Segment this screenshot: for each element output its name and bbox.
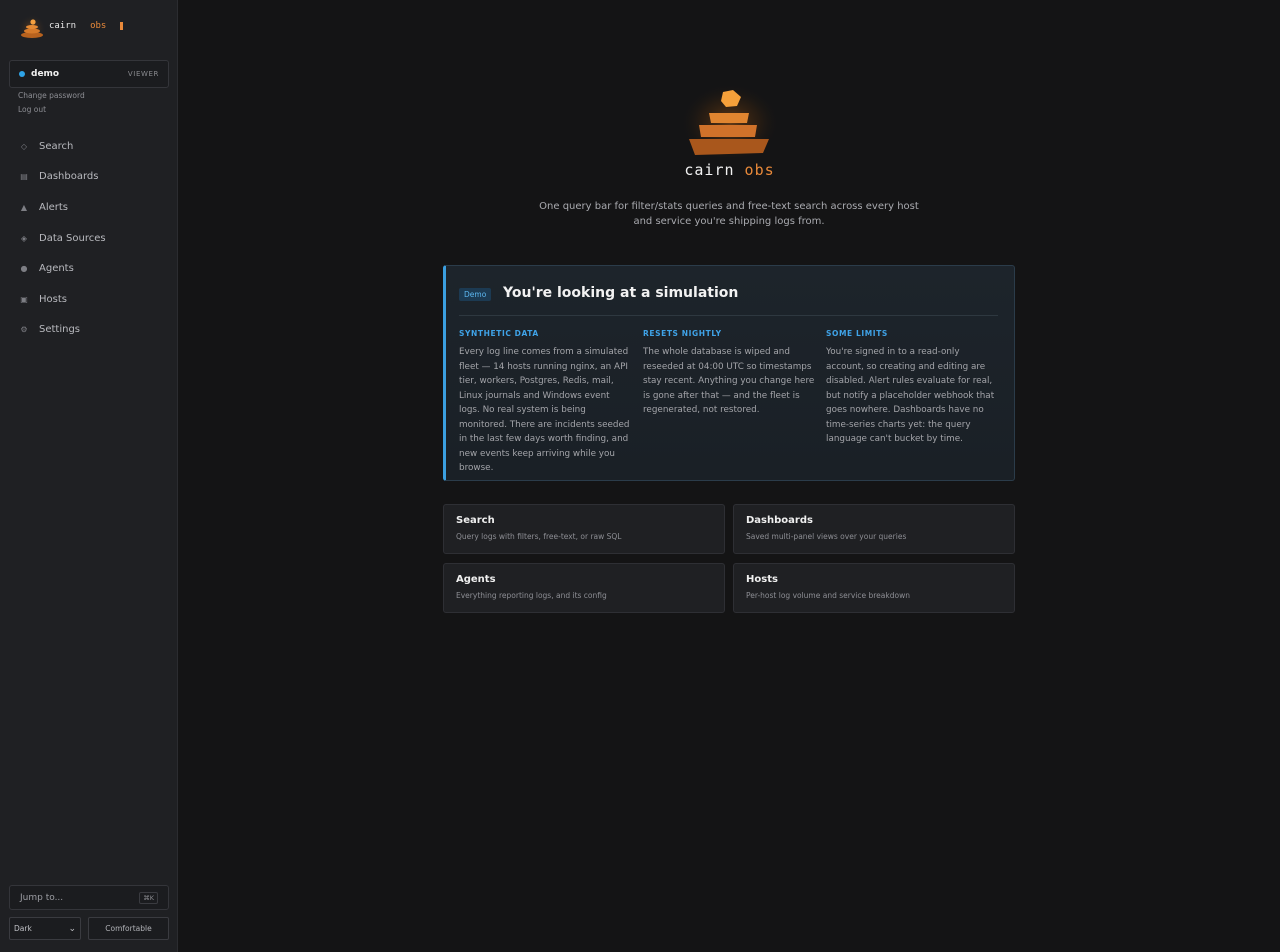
triangle-alert-icon: ▲ bbox=[20, 202, 28, 212]
sidebar-item-hosts[interactable]: ▣ Hosts bbox=[0, 284, 178, 315]
sidebar-item-search[interactable]: ◇ Search bbox=[0, 131, 178, 162]
cairn-logo-icon bbox=[18, 13, 46, 40]
sidebar-item-settings[interactable]: ⚙ Settings bbox=[0, 315, 178, 346]
divider bbox=[459, 315, 998, 316]
demo-column-heading: SYNTHETIC DATA bbox=[459, 329, 539, 338]
user-role-badge: VIEWER bbox=[127, 70, 159, 78]
hero-tagline: One query bar for filter/stats queries a… bbox=[539, 201, 919, 227]
cairn-hero-logo-icon bbox=[680, 79, 780, 157]
tile-description: Per-host log volume and service breakdow… bbox=[746, 591, 910, 600]
keyboard-shortcut-badge: ⌘K bbox=[139, 891, 158, 904]
brand-accent: obs bbox=[90, 21, 107, 31]
demo-column-some-limits: SOME LIMITS You're signed in to a read-o… bbox=[826, 329, 998, 447]
brand-name: cairn bbox=[49, 21, 77, 31]
dot-agent-icon: ● bbox=[20, 264, 28, 274]
diamond-filled-icon: ◈ bbox=[20, 233, 28, 243]
jump-to-input[interactable]: Jump to... ⌘K bbox=[9, 885, 169, 910]
tile-description: Saved multi-panel views over your querie… bbox=[746, 532, 907, 541]
tile-dashboards[interactable]: Dashboards Saved multi-panel views over … bbox=[733, 504, 1015, 554]
sidebar-item-label: Data Sources bbox=[39, 232, 106, 244]
hero-title-accent: obs bbox=[744, 161, 775, 179]
tile-title: Agents bbox=[456, 574, 496, 585]
sidebar-item-label: Hosts bbox=[39, 293, 67, 305]
tile-title: Search bbox=[456, 515, 495, 526]
demo-badge: Demo bbox=[459, 288, 492, 301]
brand-cursor bbox=[120, 22, 124, 30]
sidebar-item-label: Alerts bbox=[39, 201, 69, 213]
chevron-down-icon: ⌄ bbox=[68, 923, 76, 934]
brand[interactable]: cairn obs bbox=[17, 12, 124, 40]
theme-select-value: Dark bbox=[14, 924, 32, 933]
demo-column-heading: RESETS NIGHTLY bbox=[643, 329, 722, 338]
user-menu[interactable]: demo VIEWER bbox=[9, 60, 169, 88]
tile-title: Dashboards bbox=[746, 515, 813, 526]
log-out-link[interactable]: Log out bbox=[18, 105, 46, 114]
demo-column-body: The whole database is wiped and reseeded… bbox=[643, 347, 815, 415]
gear-icon: ⚙ bbox=[20, 325, 28, 335]
tile-description: Query logs with filters, free-text, or r… bbox=[456, 532, 622, 541]
status-dot-icon bbox=[19, 71, 25, 77]
tile-title: Hosts bbox=[746, 574, 778, 585]
tile-description: Everything reporting logs, and its confi… bbox=[456, 591, 607, 600]
demo-column-heading: SOME LIMITS bbox=[826, 329, 888, 338]
sidebar-item-alerts[interactable]: ▲ Alerts bbox=[0, 192, 178, 223]
demo-column-body: Every log line comes from a simulated fl… bbox=[459, 347, 630, 473]
sidebar-item-data-sources[interactable]: ◈ Data Sources bbox=[0, 223, 178, 254]
hero-title: cairn obs bbox=[0, 161, 1280, 179]
tile-hosts[interactable]: Hosts Per-host log volume and service br… bbox=[733, 563, 1015, 613]
sidebar: cairn obs demo VIEWER Change password Lo… bbox=[0, 0, 178, 952]
demo-column-synthetic-data: SYNTHETIC DATA Every log line comes from… bbox=[459, 329, 631, 476]
density-toggle-button[interactable]: Comfortable bbox=[88, 917, 169, 940]
demo-title: You're looking at a simulation bbox=[503, 285, 739, 301]
diamond-outline-icon: ◇ bbox=[20, 141, 28, 151]
user-name: demo bbox=[31, 69, 60, 79]
sidebar-item-label: Search bbox=[39, 140, 74, 152]
hero-title-name: cairn bbox=[684, 161, 735, 179]
sidebar-item-label: Settings bbox=[39, 324, 81, 336]
sidebar-item-agents[interactable]: ● Agents bbox=[0, 253, 178, 284]
demo-column-resets-nightly: RESETS NIGHTLY The whole database is wip… bbox=[643, 329, 815, 418]
jump-to-label: Jump to... bbox=[20, 892, 64, 903]
theme-select[interactable]: Dark ⌄ bbox=[9, 917, 81, 940]
square-host-icon: ▣ bbox=[20, 294, 28, 304]
tile-search[interactable]: Search Query logs with filters, free-tex… bbox=[443, 504, 725, 554]
demo-notice-card: Demo You're looking at a simulation SYNT… bbox=[443, 265, 1015, 481]
tile-agents[interactable]: Agents Everything reporting logs, and it… bbox=[443, 563, 725, 613]
demo-column-body: You're signed in to a read-only account,… bbox=[826, 347, 995, 444]
sidebar-item-label: Agents bbox=[39, 263, 74, 275]
change-password-link[interactable]: Change password bbox=[18, 91, 85, 100]
